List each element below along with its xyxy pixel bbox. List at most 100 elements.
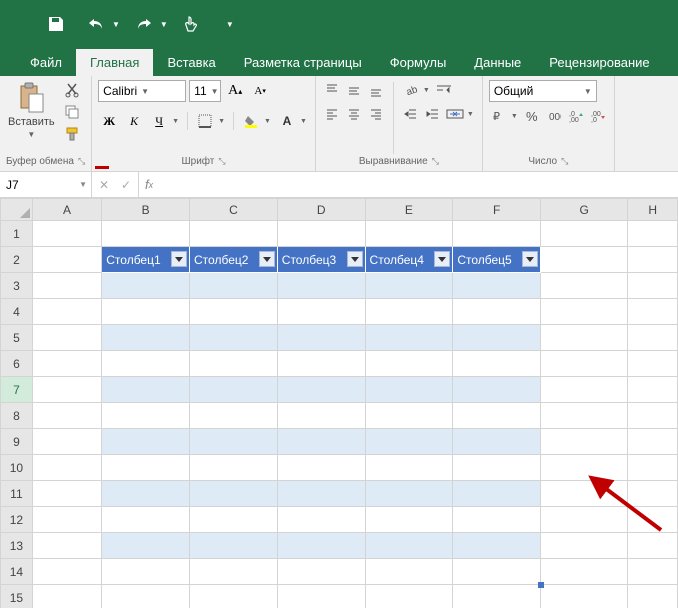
cell-G15[interactable] [541,585,628,609]
row-header-15[interactable]: 15 [1,585,33,609]
cell-G10[interactable] [541,455,628,481]
increase-indent-button[interactable] [423,104,443,124]
cell-F5[interactable] [453,325,541,351]
cell-B12[interactable] [102,507,190,533]
increase-decimal-button[interactable]: ,0,00 [566,106,586,126]
tab-review[interactable]: Рецензирование [535,49,663,76]
cell-G5[interactable] [541,325,628,351]
cell-H5[interactable] [628,325,678,351]
undo-dropdown[interactable]: ▼ [112,20,120,29]
percent-button[interactable]: % [522,106,542,126]
row-header-1[interactable]: 1 [1,221,33,247]
shrink-font-button[interactable]: A▾ [249,80,271,102]
cell-H13[interactable] [628,533,678,559]
cell-E6[interactable] [365,351,453,377]
row-header-11[interactable]: 11 [1,481,33,507]
cancel-formula-button[interactable]: ✕ [96,178,112,192]
cell-C2[interactable]: Столбец2 [190,247,278,273]
number-format-combo[interactable]: Общий▼ [489,80,597,102]
orientation-dropdown[interactable]: ▼ [421,87,432,94]
cell-C9[interactable] [190,429,278,455]
font-color-button[interactable]: A [276,110,298,132]
cell-D2[interactable]: Столбец3 [277,247,365,273]
cell-E12[interactable] [365,507,453,533]
cell-A9[interactable] [32,429,101,455]
cell-B7[interactable] [102,377,190,403]
tab-page-layout[interactable]: Разметка страницы [230,49,376,76]
cell-A4[interactable] [32,299,101,325]
cell-H6[interactable] [628,351,678,377]
cell-B11[interactable] [102,481,190,507]
tab-formulas[interactable]: Формулы [376,49,461,76]
fill-color-button[interactable] [240,110,262,132]
align-top-button[interactable] [322,80,342,100]
name-box[interactable]: J7 ▼ [0,172,92,197]
cell-E13[interactable] [365,533,453,559]
cell-E1[interactable] [365,221,453,247]
underline-dropdown[interactable]: ▼ [170,118,181,125]
merge-button[interactable] [445,104,465,124]
row-header-3[interactable]: 3 [1,273,33,299]
wrap-text-button[interactable] [434,80,454,100]
cell-F13[interactable] [453,533,541,559]
cut-button[interactable] [61,80,83,100]
cell-D11[interactable] [277,481,365,507]
decrease-decimal-button[interactable]: ,00,0 [588,106,608,126]
cell-D14[interactable] [277,559,365,585]
decrease-indent-button[interactable] [401,104,421,124]
cell-A10[interactable] [32,455,101,481]
tab-file[interactable]: Файл [16,49,76,76]
cell-G2[interactable] [541,247,628,273]
cell-C6[interactable] [190,351,278,377]
cell-C5[interactable] [190,325,278,351]
cell-F11[interactable] [453,481,541,507]
merge-dropdown[interactable]: ▼ [465,111,476,118]
filter-button[interactable] [347,251,363,267]
cell-B10[interactable] [102,455,190,481]
cell-C13[interactable] [190,533,278,559]
touch-mode-button[interactable] [176,8,208,40]
comma-button[interactable]: 000 [544,106,564,126]
clipboard-launcher[interactable]: ⤡ [78,156,85,167]
cell-E10[interactable] [365,455,453,481]
number-launcher[interactable]: ⤡ [561,156,568,167]
cell-E7[interactable] [365,377,453,403]
save-button[interactable] [40,8,72,40]
filter-button[interactable] [522,251,538,267]
cell-H15[interactable] [628,585,678,609]
cell-D9[interactable] [277,429,365,455]
cell-B2[interactable]: Столбец1 [102,247,190,273]
cell-B13[interactable] [102,533,190,559]
cell-B14[interactable] [102,559,190,585]
cell-F3[interactable] [453,273,541,299]
redo-dropdown[interactable]: ▼ [160,20,168,29]
cell-E14[interactable] [365,559,453,585]
row-header-14[interactable]: 14 [1,559,33,585]
cell-F4[interactable] [453,299,541,325]
cell-G3[interactable] [541,273,628,299]
font-color-dropdown[interactable]: ▼ [298,118,309,125]
cell-C1[interactable] [190,221,278,247]
cell-H8[interactable] [628,403,678,429]
cell-G4[interactable] [541,299,628,325]
cell-E8[interactable] [365,403,453,429]
formula-input[interactable] [159,172,678,197]
cell-H1[interactable] [628,221,678,247]
tab-home[interactable]: Главная [76,49,153,76]
borders-button[interactable] [194,110,216,132]
cell-H4[interactable] [628,299,678,325]
cell-F7[interactable] [453,377,541,403]
align-middle-button[interactable] [344,80,364,100]
cell-G1[interactable] [541,221,628,247]
cell-H3[interactable] [628,273,678,299]
cell-B5[interactable] [102,325,190,351]
cell-C14[interactable] [190,559,278,585]
font-name-combo[interactable]: Calibri▼ [98,80,186,102]
filter-button[interactable] [171,251,187,267]
cell-A1[interactable] [32,221,101,247]
tab-insert[interactable]: Вставка [153,49,229,76]
redo-button[interactable] [128,8,160,40]
cell-H2[interactable] [628,247,678,273]
col-header-H[interactable]: H [628,199,678,221]
row-header-9[interactable]: 9 [1,429,33,455]
